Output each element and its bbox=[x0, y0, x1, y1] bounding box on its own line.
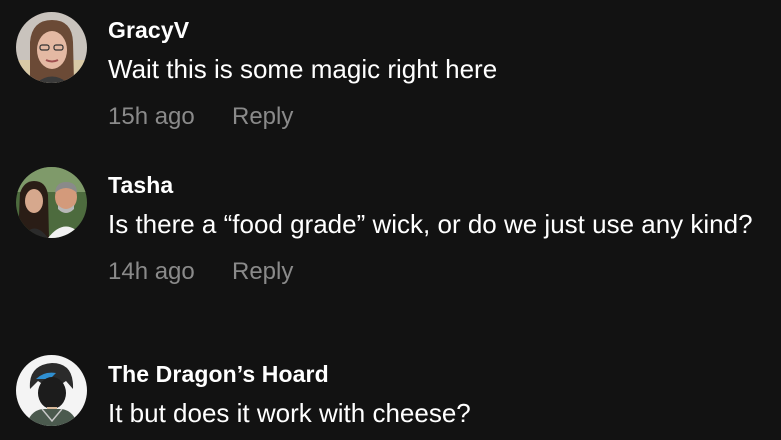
avatar[interactable] bbox=[16, 355, 87, 426]
avatar[interactable] bbox=[16, 167, 87, 238]
timestamp: 14h ago bbox=[108, 258, 195, 285]
username[interactable]: Tasha bbox=[108, 171, 767, 199]
username[interactable]: The Dragon’s Hoard bbox=[108, 360, 767, 388]
timestamp: 15h ago bbox=[108, 103, 195, 130]
comment-meta: 14h ago Reply bbox=[108, 257, 767, 287]
comment-text: Wait this is some magic right here bbox=[108, 54, 498, 84]
avatar[interactable] bbox=[16, 12, 87, 83]
reply-button[interactable]: Reply bbox=[232, 102, 293, 132]
reply-button[interactable]: Reply bbox=[232, 257, 293, 287]
comment-list: GracyV Wait this is some magic right her… bbox=[0, 0, 781, 440]
comment-text: Is there a “food grade” wick, or do we j… bbox=[108, 209, 753, 239]
comment-meta: 15h ago Reply bbox=[108, 102, 767, 132]
username[interactable]: GracyV bbox=[108, 16, 767, 44]
comment-text: It but does it work with cheese? bbox=[108, 398, 471, 428]
